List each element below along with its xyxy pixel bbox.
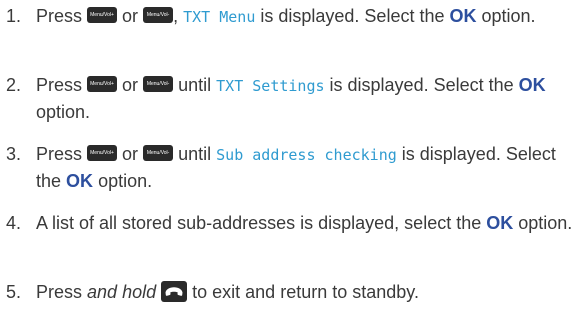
display-text: TXT Settings [216,77,325,95]
display-text: Sub address checking [216,146,397,164]
step-text: to exit and return to standby. [192,282,419,302]
phone-hangup-icon [161,281,188,302]
step-text: , [173,6,179,26]
menu-vol-down-key-icon: Menu/Vol- [143,76,174,92]
step-text: Press [36,75,83,95]
display-text: TXT Menu [183,8,256,26]
menu-vol-up-key-icon: Menu/Vol+ [87,7,118,23]
step-text: Press [36,282,83,302]
step-text: until [178,144,212,164]
step-number: 3. [6,144,22,164]
step-number: 5. [6,282,22,302]
step-text: option. [36,102,91,122]
step-number: 4. [6,213,22,233]
step-4: 4. A list of all stored sub-addresses is… [6,210,581,236]
emphasis-text: and hold [87,282,157,302]
step-text: is displayed. Select the [260,6,445,26]
step-text: A list of all stored sub-addresses is di… [36,213,482,233]
ok-option: OK [66,171,94,191]
step-text: option. [518,213,573,233]
menu-vol-down-key-icon: Menu/Vol- [143,7,174,23]
step-text: until [178,75,212,95]
step-2: 2. Press Menu/Vol+ or Menu/Vol- until TX… [6,72,581,125]
ok-option: OK [518,75,546,95]
step-text: option. [481,6,536,26]
step-text: option. [98,171,153,191]
ok-option: OK [449,6,477,26]
step-5: 5. Press and hold to exit and return to … [6,279,581,305]
ok-option: OK [486,213,514,233]
step-text: or [122,6,139,26]
step-text: Press [36,144,83,164]
step-text: or [122,144,139,164]
step-3: 3. Press Menu/Vol+ or Menu/Vol- until Su… [6,141,581,194]
step-number: 1. [6,6,22,26]
menu-vol-up-key-icon: Menu/Vol+ [87,145,118,161]
menu-vol-down-key-icon: Menu/Vol- [143,145,174,161]
step-text: or [122,75,139,95]
step-number: 2. [6,75,22,95]
step-1: 1. Press Menu/Vol+ or Menu/Vol-, TXT Men… [6,3,581,30]
menu-vol-up-key-icon: Menu/Vol+ [87,76,118,92]
step-text: Press [36,6,83,26]
step-text: is displayed. Select the [329,75,514,95]
